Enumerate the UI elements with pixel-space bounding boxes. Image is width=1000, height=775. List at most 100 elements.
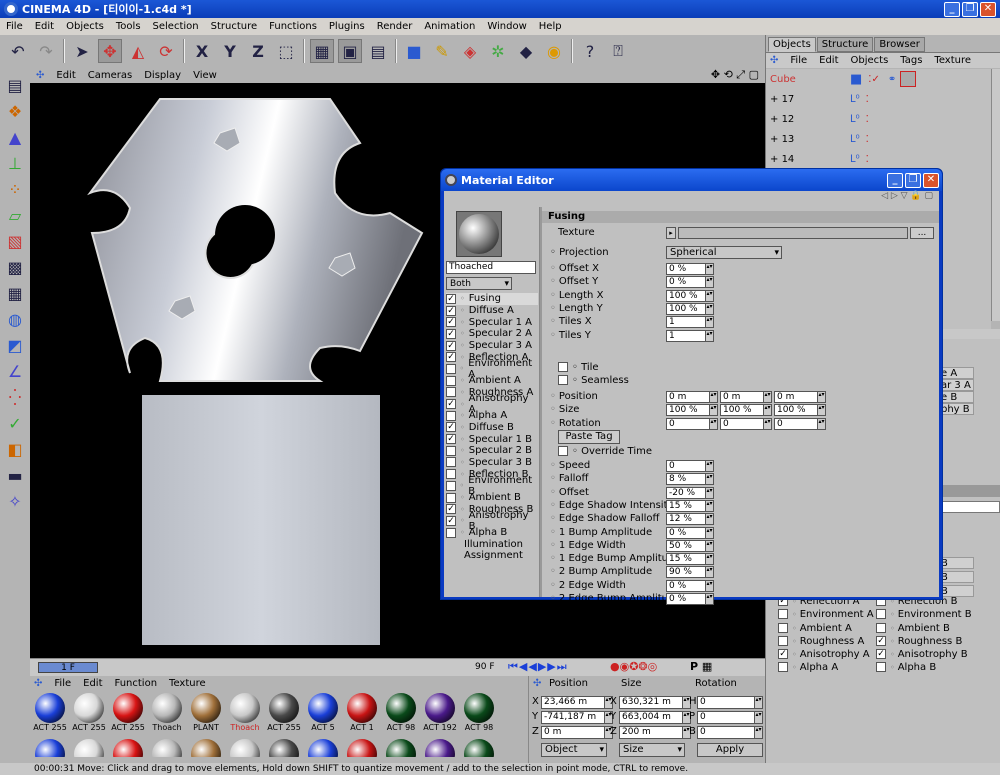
object-list-scrollbar[interactable] bbox=[991, 69, 1000, 321]
viewport-menu-view[interactable]: View bbox=[187, 70, 223, 81]
param-field[interactable]: 90 % bbox=[666, 566, 706, 579]
channel-checkbox[interactable] bbox=[778, 635, 788, 646]
size-spinner[interactable]: ▴▾ bbox=[710, 404, 718, 417]
rotation-field[interactable]: 0 bbox=[774, 417, 818, 430]
object-row[interactable]: + 14 ᒪ⁰ ⁚ bbox=[766, 149, 991, 169]
channel-item[interactable]: ✓ ◦ Specular 1 B bbox=[446, 433, 538, 445]
tab-browser[interactable]: Browser bbox=[874, 37, 925, 52]
material-swatch[interactable]: ACT 5 bbox=[305, 693, 341, 739]
rotation-field[interactable]: 0 bbox=[720, 417, 764, 430]
channel-checkbox[interactable]: ✓ bbox=[446, 504, 456, 515]
menu-selection[interactable]: Selection bbox=[147, 21, 205, 32]
timeline[interactable]: 1 F 90 F ⏮◀◀▶▶⏭ ●◉✪❂◎ P ▦ bbox=[30, 658, 765, 676]
param-spinner[interactable]: ▴▾ bbox=[706, 316, 714, 329]
param-spinner[interactable]: ▴▾ bbox=[706, 302, 714, 315]
layout-icon[interactable]: ▤ bbox=[2, 73, 28, 97]
channel-checkbox[interactable] bbox=[778, 662, 788, 673]
select-arrow-icon[interactable]: ➤ bbox=[70, 39, 94, 63]
rotate-tool-icon[interactable]: ⟳ bbox=[154, 39, 178, 63]
position-spinner[interactable]: ▴▾ bbox=[710, 391, 718, 403]
material-swatch[interactable]: PLANT bbox=[188, 693, 224, 739]
param-spinner[interactable]: ▴▾ bbox=[706, 539, 714, 552]
z-axis-lock-icon[interactable]: Z bbox=[246, 39, 270, 63]
channel-checkbox[interactable]: ✓ bbox=[876, 649, 886, 660]
channel-item[interactable]: ✓ ◦ Anisotrophy B bbox=[876, 649, 972, 662]
param-field[interactable]: 8 % bbox=[666, 473, 706, 486]
menu-window[interactable]: Window bbox=[481, 21, 532, 32]
object-row[interactable]: + 13 ᒪ⁰ ⁚ bbox=[766, 129, 991, 149]
material-swatch[interactable] bbox=[188, 739, 224, 757]
workplane-icon[interactable]: ▦ bbox=[2, 281, 28, 305]
keyframe-icon[interactable]: P ▦ bbox=[690, 660, 712, 673]
channel-item[interactable]: Illumination bbox=[446, 538, 538, 550]
param-spinner[interactable]: ▴▾ bbox=[706, 329, 714, 342]
channel-checkbox[interactable] bbox=[876, 609, 886, 620]
channel-item[interactable]: ✓ ◦ Diffuse B bbox=[446, 422, 538, 434]
spline-icon[interactable]: ✎ bbox=[430, 39, 454, 63]
medit-close-button[interactable]: ✕ bbox=[923, 172, 939, 188]
param-field[interactable]: 0 % bbox=[666, 276, 706, 289]
maximize-button[interactable]: ❐ bbox=[962, 1, 978, 17]
param-field[interactable]: 50 % bbox=[666, 539, 706, 552]
record-icons[interactable]: ●◉✪❂◎ bbox=[610, 660, 657, 673]
channel-checkbox[interactable]: ✓ bbox=[446, 305, 456, 316]
playback-controls[interactable]: ⏮◀◀▶▶⏭ bbox=[508, 660, 568, 674]
channel-checkbox[interactable] bbox=[876, 622, 886, 633]
param-field[interactable]: 15 % bbox=[666, 553, 706, 566]
matmgr-menu-function[interactable]: Function bbox=[115, 678, 158, 689]
position-field[interactable]: 0 m bbox=[774, 391, 818, 403]
channel-mode-dropdown[interactable]: Both bbox=[446, 277, 512, 290]
material-swatch[interactable] bbox=[422, 739, 458, 757]
channel-item[interactable]: ◦ Environment A bbox=[446, 358, 538, 380]
param-field[interactable]: 0 % bbox=[666, 593, 706, 605]
menu-file[interactable]: File bbox=[0, 21, 29, 32]
checker-icon[interactable]: ▩ bbox=[2, 255, 28, 279]
medit-maximize-button[interactable]: ❐ bbox=[905, 172, 921, 188]
param-spinner[interactable]: ▴▾ bbox=[706, 263, 714, 275]
channel-item[interactable]: ✓ ◦ Roughness B bbox=[876, 635, 972, 649]
param-field[interactable]: 1 bbox=[666, 329, 706, 342]
apply-button[interactable]: Apply bbox=[697, 743, 763, 757]
editor-nav-icons[interactable]: ◁ ▷ ▽ 🔒 ▢ bbox=[444, 191, 939, 207]
material-swatch[interactable] bbox=[71, 739, 107, 757]
undo-icon[interactable]: ↶ bbox=[6, 39, 30, 63]
channel-checkbox[interactable]: ✓ bbox=[446, 293, 456, 304]
x-axis-lock-icon[interactable]: X bbox=[190, 39, 214, 63]
channel-checkbox[interactable]: ✓ bbox=[446, 422, 456, 433]
param-spinner[interactable]: ▴▾ bbox=[706, 499, 714, 512]
param-spinner[interactable]: ▴▾ bbox=[706, 486, 714, 499]
material-swatch[interactable] bbox=[461, 739, 497, 757]
material-swatch[interactable]: ACT 1 bbox=[344, 693, 380, 739]
param-spinner[interactable]: ▴▾ bbox=[706, 276, 714, 289]
brush-icon[interactable]: ◩ bbox=[2, 333, 28, 357]
viewport-menu-edit[interactable]: Edit bbox=[50, 70, 81, 81]
size-field[interactable]: 100 % bbox=[720, 404, 764, 417]
rotation-input[interactable]: 0 bbox=[697, 696, 755, 709]
channel-checkbox[interactable] bbox=[446, 375, 456, 386]
matmgr-menu-file[interactable]: File bbox=[54, 678, 71, 689]
knife-icon[interactable]: ◧ bbox=[2, 437, 28, 461]
help-pointer-icon[interactable]: ? bbox=[578, 39, 602, 63]
position-field[interactable]: 0 m bbox=[666, 391, 710, 403]
tab-structure[interactable]: Structure bbox=[816, 37, 874, 52]
light-icon[interactable]: ◉ bbox=[542, 39, 566, 63]
deformer-icon[interactable]: ◆ bbox=[514, 39, 538, 63]
param-field[interactable]: 0 % bbox=[666, 526, 706, 539]
channel-checkbox[interactable] bbox=[446, 480, 456, 491]
texture-browse-button[interactable]: ... bbox=[910, 227, 934, 239]
render-picture-icon[interactable]: ▤ bbox=[366, 39, 390, 63]
point-mode-icon[interactable]: ⁘ bbox=[2, 177, 28, 201]
channel-item[interactable]: ✓ ◦ Anisotrophy A bbox=[446, 393, 538, 415]
matmgr-menu-texture[interactable]: Texture bbox=[169, 678, 206, 689]
material-swatch[interactable]: ACT 255 bbox=[110, 693, 146, 739]
seamless-option[interactable]: ◦ Seamless bbox=[558, 375, 629, 386]
channel-checkbox[interactable]: ✓ bbox=[446, 399, 456, 410]
bridge-icon[interactable]: ▬ bbox=[2, 463, 28, 487]
render-region-icon[interactable]: ▣ bbox=[338, 39, 362, 63]
param-field[interactable]: 1 bbox=[666, 316, 706, 329]
rotation-spinner[interactable]: ▴▾ bbox=[710, 417, 718, 430]
channel-checkbox[interactable] bbox=[446, 527, 456, 538]
menu-objects[interactable]: Objects bbox=[60, 21, 110, 32]
menu-help[interactable]: Help bbox=[533, 21, 568, 32]
channel-checkbox[interactable] bbox=[446, 457, 456, 468]
